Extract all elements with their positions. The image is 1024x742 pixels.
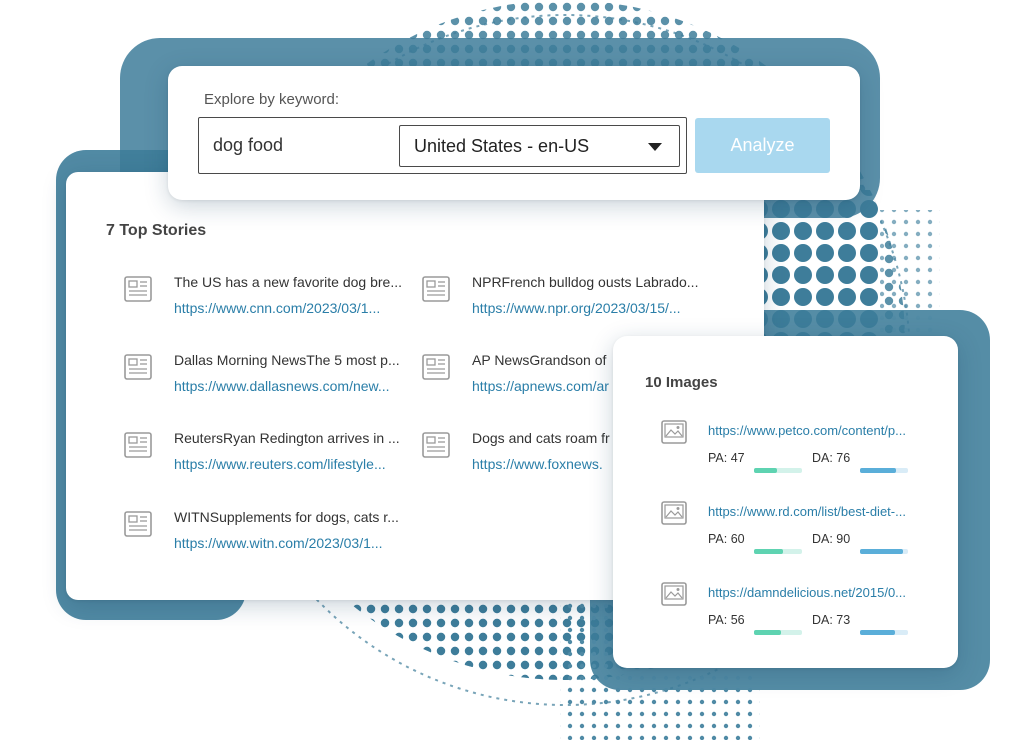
story-title: AP NewsGrandson of bbox=[472, 352, 607, 368]
da-bar bbox=[860, 468, 908, 473]
da-bar-fill bbox=[860, 630, 896, 635]
pa-bar bbox=[754, 549, 802, 554]
pa-bar-fill bbox=[754, 549, 783, 554]
image-link[interactable]: https://www.rd.com/list/best-diet-... bbox=[708, 504, 906, 519]
pa-bar bbox=[754, 468, 802, 473]
story-title: ReutersRyan Redington arrives in ... bbox=[174, 430, 400, 446]
da-score: DA: 76 bbox=[812, 451, 851, 465]
image-link[interactable]: https://damndelicious.net/2015/0... bbox=[708, 585, 906, 600]
search-label: Explore by keyword: bbox=[204, 91, 340, 108]
da-bar bbox=[860, 549, 908, 554]
story-title: The US has a new favorite dog bre... bbox=[174, 274, 403, 290]
image-icon bbox=[661, 582, 687, 606]
search-box: United States - en-US bbox=[198, 117, 687, 174]
story-title: NPRFrench bulldog ousts Labrado... bbox=[472, 274, 699, 290]
image-icon bbox=[661, 420, 687, 444]
newspaper-icon bbox=[124, 511, 152, 537]
story-link[interactable]: https://www.reuters.com/lifestyle... bbox=[174, 456, 386, 472]
story-link[interactable]: https://www.cnn.com/2023/03/1... bbox=[174, 300, 380, 316]
story-title: Dallas Morning NewsThe 5 most p... bbox=[174, 352, 400, 368]
image-result-row: https://www.rd.com/list/best-diet-... PA… bbox=[661, 501, 941, 561]
analyze-button[interactable]: Analyze bbox=[695, 118, 830, 173]
image-icon bbox=[661, 501, 687, 525]
da-score: DA: 90 bbox=[812, 532, 851, 546]
locale-dropdown[interactable]: United States - en-US bbox=[399, 125, 680, 167]
story-item: Dallas Morning NewsThe 5 most p... https… bbox=[124, 352, 414, 402]
image-result-row: https://damndelicious.net/2015/0... PA: … bbox=[661, 582, 941, 642]
newspaper-icon bbox=[124, 432, 152, 458]
image-link[interactable]: https://www.petco.com/content/p... bbox=[708, 423, 906, 438]
caret-down-icon bbox=[648, 143, 662, 151]
locale-selected-value: United States - en-US bbox=[414, 136, 590, 156]
top-stories-heading: 7 Top Stories bbox=[106, 222, 207, 239]
story-link[interactable]: https://www.dallasnews.com/new... bbox=[174, 378, 390, 394]
keyword-search-panel: Explore by keyword: United States - en-U… bbox=[168, 66, 860, 200]
story-link[interactable]: https://apnews.com/ar bbox=[472, 378, 609, 394]
pa-score: PA: 60 bbox=[708, 532, 745, 546]
da-bar bbox=[860, 630, 908, 635]
story-item: NPRFrench bulldog ousts Labrado... https… bbox=[422, 274, 712, 324]
story-link[interactable]: https://www.npr.org/2023/03/15/... bbox=[472, 300, 681, 316]
story-link[interactable]: https://www.foxnews. bbox=[472, 456, 603, 472]
story-item: WITNSupplements for dogs, cats r... http… bbox=[124, 509, 414, 559]
pa-bar-fill bbox=[754, 468, 777, 473]
da-bar-fill bbox=[860, 549, 904, 554]
images-heading: 10 Images bbox=[645, 374, 718, 391]
pa-score: PA: 47 bbox=[708, 451, 745, 465]
images-panel: 10 Images https://www.petco.com/content/… bbox=[613, 336, 958, 668]
story-title: WITNSupplements for dogs, cats r... bbox=[174, 509, 399, 525]
story-item: ReutersRyan Redington arrives in ... htt… bbox=[124, 430, 414, 480]
story-link[interactable]: https://www.witn.com/2023/03/1... bbox=[174, 535, 383, 551]
image-result-row: https://www.petco.com/content/p... PA: 4… bbox=[661, 420, 941, 480]
pa-bar-fill bbox=[754, 630, 781, 635]
pa-score: PA: 56 bbox=[708, 613, 745, 627]
keyword-input[interactable] bbox=[199, 118, 399, 173]
story-title: Dogs and cats roam fr bbox=[472, 430, 610, 446]
story-item: The US has a new favorite dog bre... htt… bbox=[124, 274, 414, 324]
da-bar-fill bbox=[860, 468, 897, 473]
da-score: DA: 73 bbox=[812, 613, 851, 627]
newspaper-icon bbox=[422, 432, 450, 458]
newspaper-icon bbox=[124, 276, 152, 302]
newspaper-icon bbox=[124, 354, 152, 380]
newspaper-icon bbox=[422, 354, 450, 380]
newspaper-icon bbox=[422, 276, 450, 302]
pa-bar bbox=[754, 630, 802, 635]
